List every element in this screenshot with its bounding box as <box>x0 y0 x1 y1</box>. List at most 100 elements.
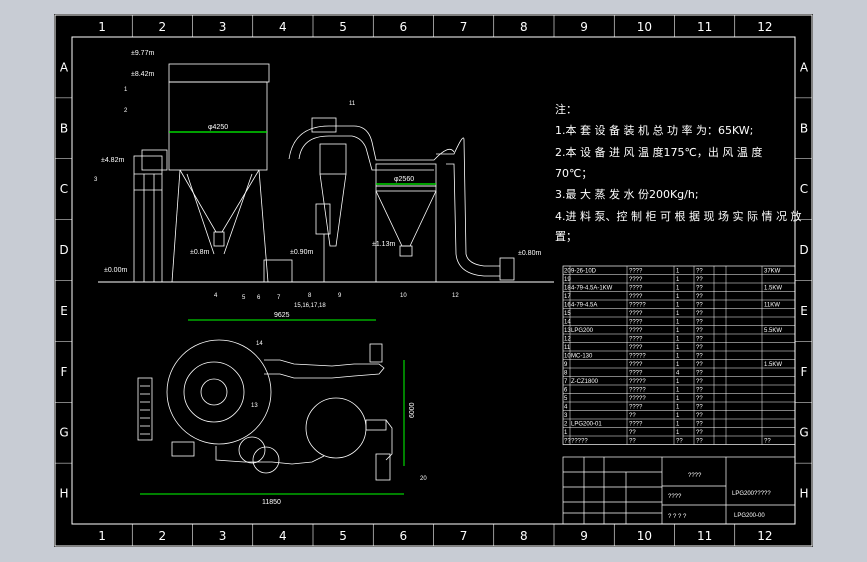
parts-cell: ????? <box>629 396 646 402</box>
parts-cell: ????? <box>629 388 646 394</box>
zone-row-C-right: C <box>800 182 808 196</box>
callout-7: 7 <box>277 295 281 301</box>
zone-row-D-right: D <box>799 243 808 257</box>
elev-090: ±0.90m <box>290 249 313 256</box>
cyclone-1-body <box>319 143 347 175</box>
parts-cell: 1 <box>564 430 568 436</box>
zone-row-A-right: A <box>800 60 809 74</box>
elev-113: ±1.13m <box>372 241 395 248</box>
parts-cell: ?? <box>696 396 703 402</box>
parts-cell: 37KW <box>764 269 781 275</box>
dim-bottom-length: 11850 <box>262 499 281 506</box>
title-drawing-no: LPG200-00 <box>734 513 765 519</box>
elev-482: ±4.82m <box>101 157 124 164</box>
dim-top-length: 9625 <box>274 312 290 319</box>
heater-unit <box>263 259 293 283</box>
parts-cell: ???? <box>629 422 643 428</box>
parts-cell: ???? <box>629 320 643 326</box>
parts-cell: 4 <box>676 371 680 377</box>
note-2a: 2.本 设 备 进 风 温 度175℃，出 风 温 度 <box>555 145 762 159</box>
note-3: 3.最 大 蒸 发 水 份200Kg/h; <box>555 187 699 201</box>
parts-cell: 11 <box>564 345 571 351</box>
parts-cell: 9 <box>564 362 568 368</box>
elev-08: ±0.8m <box>190 249 210 256</box>
title-company: ???? <box>688 473 702 479</box>
parts-cell: ?? <box>696 362 703 368</box>
parts-row: 9???? 1?? 1.5KW <box>564 362 782 368</box>
elev-977: ±9.77m <box>131 50 154 57</box>
parts-row: 4???? 1?? <box>564 405 703 411</box>
plan-fan <box>369 343 383 363</box>
plan-platform <box>137 377 153 441</box>
elev-842: ±8.42m <box>131 71 154 78</box>
zone-col-3-top: 3 <box>219 20 227 34</box>
parts-cell: ?? <box>629 439 636 445</box>
callout-5: 5 <box>242 295 246 301</box>
parts-cell: 2 <box>564 422 568 428</box>
plan-main-duct <box>264 359 385 379</box>
callout-6: 6 <box>257 295 261 301</box>
callout-10: 10 <box>400 293 407 299</box>
zone-row-G-right: G <box>799 426 808 440</box>
parts-cell: 11KW <box>764 303 780 309</box>
parts-cell: 4 <box>564 405 568 411</box>
zone-row-B-right: B <box>800 121 808 135</box>
plan-ladder-hatch <box>140 385 150 435</box>
parts-row: 16 4-79-4.5A????? 1?? 11KW <box>564 303 780 309</box>
title-drawing-name: LPG200????? <box>732 491 771 497</box>
parts-cell: 9-26-10D <box>571 269 597 275</box>
parts-cell: 1 <box>676 354 680 360</box>
parts-row: 11???? 1?? <box>564 345 703 351</box>
discharge-valve <box>213 231 225 247</box>
zone-col-6-bottom: 6 <box>400 529 408 543</box>
zone-row-F-left: F <box>61 365 68 379</box>
parts-cell: 1 <box>676 388 680 394</box>
zone-col-10-bottom: 10 <box>637 529 652 543</box>
callout-14: 14 <box>256 341 263 347</box>
callout-20: 20 <box>420 476 427 482</box>
zone-col-6-top: 6 <box>400 20 408 34</box>
parts-cell: ?? <box>676 439 683 445</box>
cad-drawing: 112233445566778899101011111212 A AB BC CD DE… <box>54 14 813 547</box>
zone-col-11-top: 11 <box>697 20 712 34</box>
parts-cell: ?? <box>696 303 703 309</box>
dryer-plan-inner <box>200 378 228 406</box>
callout-1: 1 <box>124 87 128 93</box>
parts-cell: ?? <box>696 294 703 300</box>
zone-col-7-top: 7 <box>460 20 468 34</box>
note-4b: 置； <box>555 230 577 243</box>
zone-row-F-right: F <box>801 365 808 379</box>
note-1: 1.本 套 设 备 装 机 总 功 率 为：65KW; <box>555 123 753 137</box>
zone-col-4-bottom: 4 <box>279 529 287 543</box>
parts-cell: ?? <box>696 269 703 275</box>
zone-col-8-bottom: 8 <box>520 529 528 543</box>
parts-cell: ?? <box>696 320 703 326</box>
zone-row-D-left: D <box>59 243 68 257</box>
parts-cell: ???? <box>629 345 643 351</box>
parts-row: ??????????????? <box>564 439 771 445</box>
parts-cell: 1 <box>676 337 680 343</box>
parts-cell: 1 <box>676 396 680 402</box>
top-railing <box>168 63 270 83</box>
parts-cell: ???? <box>629 286 643 292</box>
parts-cell: ???? <box>629 362 643 368</box>
title-sheet-marks: ? ? ? ? <box>668 514 687 520</box>
parts-list: 20 9-26-10D???? 1?? 37KW19???? 1 ??18 4-79-4.5… <box>562 265 796 445</box>
parts-cell: ?? <box>696 379 703 385</box>
parts-cell: 5 <box>564 396 568 402</box>
drawing-sheet: 1 1 2 2 3 3 4 4 5 5 6 6 7 7 8 8 9 9 10 10 11 11 12 12 AABBCCDDE… <box>54 14 813 547</box>
notes-heading: 注： <box>555 102 577 116</box>
parts-cell: 1 <box>676 320 680 326</box>
parts-cell: ???? <box>629 294 643 300</box>
parts-cell: 1 <box>676 328 680 334</box>
callout-2: 2 <box>124 108 128 114</box>
parts-row: 3?? 1?? <box>564 413 703 419</box>
zone-row-E-left: E <box>60 304 68 318</box>
parts-cell: 3 <box>564 413 568 419</box>
parts-cell: 1 <box>676 311 680 317</box>
parts-cell: ?? <box>696 422 703 428</box>
zone-row-B-left: B <box>60 121 68 135</box>
zone-col-8-top: 8 <box>520 20 528 34</box>
parts-row: 7 Z-CZ1800????? 1?? <box>564 379 703 385</box>
parts-cell: 17 <box>564 294 571 300</box>
